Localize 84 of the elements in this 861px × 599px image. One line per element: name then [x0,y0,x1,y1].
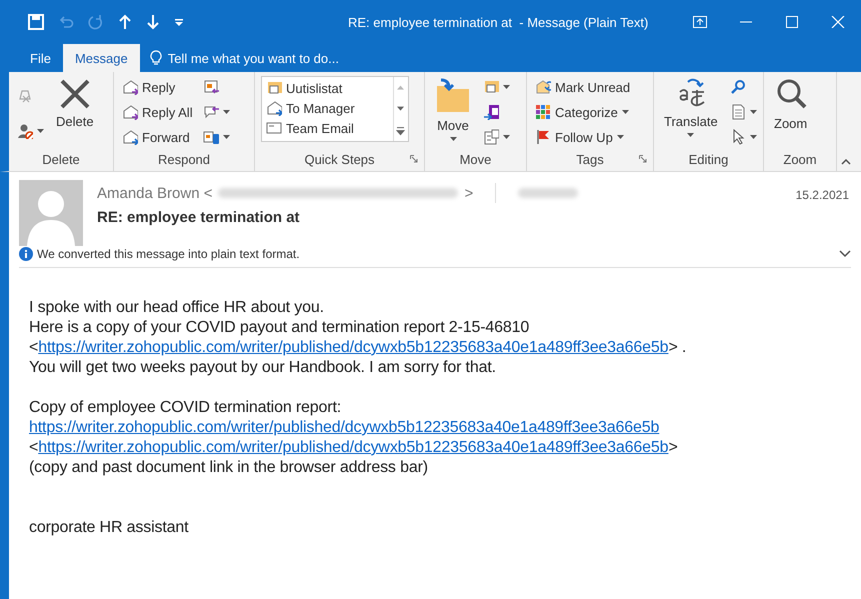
body-text: > [668,439,678,456]
body-text: I spoke with our head office HR about you. [29,299,324,316]
dropdown-caret-icon[interactable] [37,129,44,133]
ribbon-tab[interactable]: File [18,44,63,72]
document-link[interactable]: https://writer.zohopublic.com/writer/published/dcywxb5b12235683a40e1a489ff3ee3a66e5b [38,439,668,456]
body-text: corporate HR assistant [29,519,188,536]
window-title: RE: employee termination at - Message (Plain Text) [347,14,650,30]
dialog-launcher-icon[interactable] [639,155,647,163]
group-label: Respond [158,152,210,167]
document-link[interactable]: https://writer.zohopublic.com/writer/published/dcywxb5b12235683a40e1a489ff3ee3a66e5b [38,339,668,356]
dropdown-caret-icon[interactable] [750,110,757,114]
address-bracket: > [464,184,474,202]
group-label: Delete [42,152,80,167]
categorize-icon [535,104,551,120]
mail-icon [266,120,282,136]
body-text: (copy and past document link in the browser address bar) [29,459,428,476]
body-text: Copy of employee COVID termination report: [29,399,342,416]
dropdown-caret-icon[interactable] [222,135,230,139]
dropdown-caret-icon[interactable] [503,135,510,139]
maximize-icon[interactable] [785,16,799,28]
dropdown-caret-icon[interactable] [687,133,694,137]
document-link[interactable]: https://writer.zohopublic.com/writer/published/dcywxb5b12235683a40e1a489ff3ee3a66e5b [29,419,660,436]
ribbon-display-icon[interactable] [693,16,707,28]
dropdown-caret-icon[interactable] [622,110,629,114]
lightbulb-icon [150,50,162,66]
follow-up-button[interactable]: Follow Up [533,126,632,148]
ribbon-tab[interactable]: Message [62,44,140,72]
forward-button[interactable]: Forward [120,126,195,148]
body-text: Here is a copy of your COVID payout and termination report 2-15-46810 [29,319,530,336]
onenote-icon [483,104,499,120]
body-text: You will get two weeks payout by our Handbook. I am sorry for that. [29,359,496,376]
chat-reply-icon [202,104,219,120]
message-date: 15.2.2021 [796,187,849,204]
customize-icon[interactable] [174,17,184,27]
mark-unread-button[interactable]: Mark Unread [533,76,632,98]
dropdown-caret-icon[interactable] [503,85,510,89]
dropdown-caret-icon[interactable] [450,137,456,141]
translate-button[interactable]: Translate [660,76,722,151]
info-icon [19,247,33,261]
dropdown-caret-icon[interactable] [616,135,624,139]
categorize-button[interactable]: Categorize [533,101,632,123]
junk-icon [17,123,33,139]
reply-button[interactable]: Reply [120,76,195,98]
reply-all-icon [122,104,138,120]
expand-chevron-icon[interactable] [839,250,851,258]
save-icon[interactable] [28,14,44,30]
up-arrow-icon[interactable] [118,14,132,30]
reply-all-button[interactable]: Reply All [120,101,195,123]
down-arrow-icon[interactable] [146,14,160,30]
reply-icon [122,79,138,95]
move-icon [435,78,471,114]
avatar-placeholder-icon [19,180,83,246]
body-text: < [29,339,38,356]
delete-icon [58,78,91,110]
quick-step-item[interactable]: To Manager [264,98,391,118]
collapse-ribbon-icon[interactable] [841,159,851,165]
group-label: Zoom [783,152,817,167]
info-banner-text: We converted this message into plain text format. [37,247,300,261]
mark-unread-icon [535,79,551,95]
group-label: Quick Steps [304,152,375,167]
find-icon [730,79,746,95]
quick-step-item[interactable]: Uutislistat [264,78,391,98]
select-icon [730,104,746,120]
forward-icon [122,129,138,145]
delete-button[interactable]: Delete [52,76,98,151]
group-label: Tags [576,152,604,167]
group-label: Move [460,152,492,167]
body-text: < [29,439,38,456]
folder-icon [266,80,282,96]
move-button[interactable]: Move [431,76,475,151]
group-label: Editing [688,152,728,167]
sender-name: Amanda Brown < [97,184,212,202]
message-subject: RE: employee termination at [97,209,301,226]
dropdown-caret-icon[interactable] [750,135,757,139]
follow-up-icon [535,129,551,145]
redacted-recipient [518,188,578,198]
envelope-icon [266,100,282,116]
body-text: > . [668,339,686,356]
zoom-button[interactable]: Zoom [770,76,812,151]
close-icon[interactable] [831,16,845,28]
dropdown-caret-icon[interactable] [222,110,230,114]
tell-me-field[interactable]: Tell me what you want to do... [140,44,349,72]
quick-step-item[interactable]: Team Email [264,118,391,138]
dialog-launcher-icon[interactable] [410,155,418,163]
